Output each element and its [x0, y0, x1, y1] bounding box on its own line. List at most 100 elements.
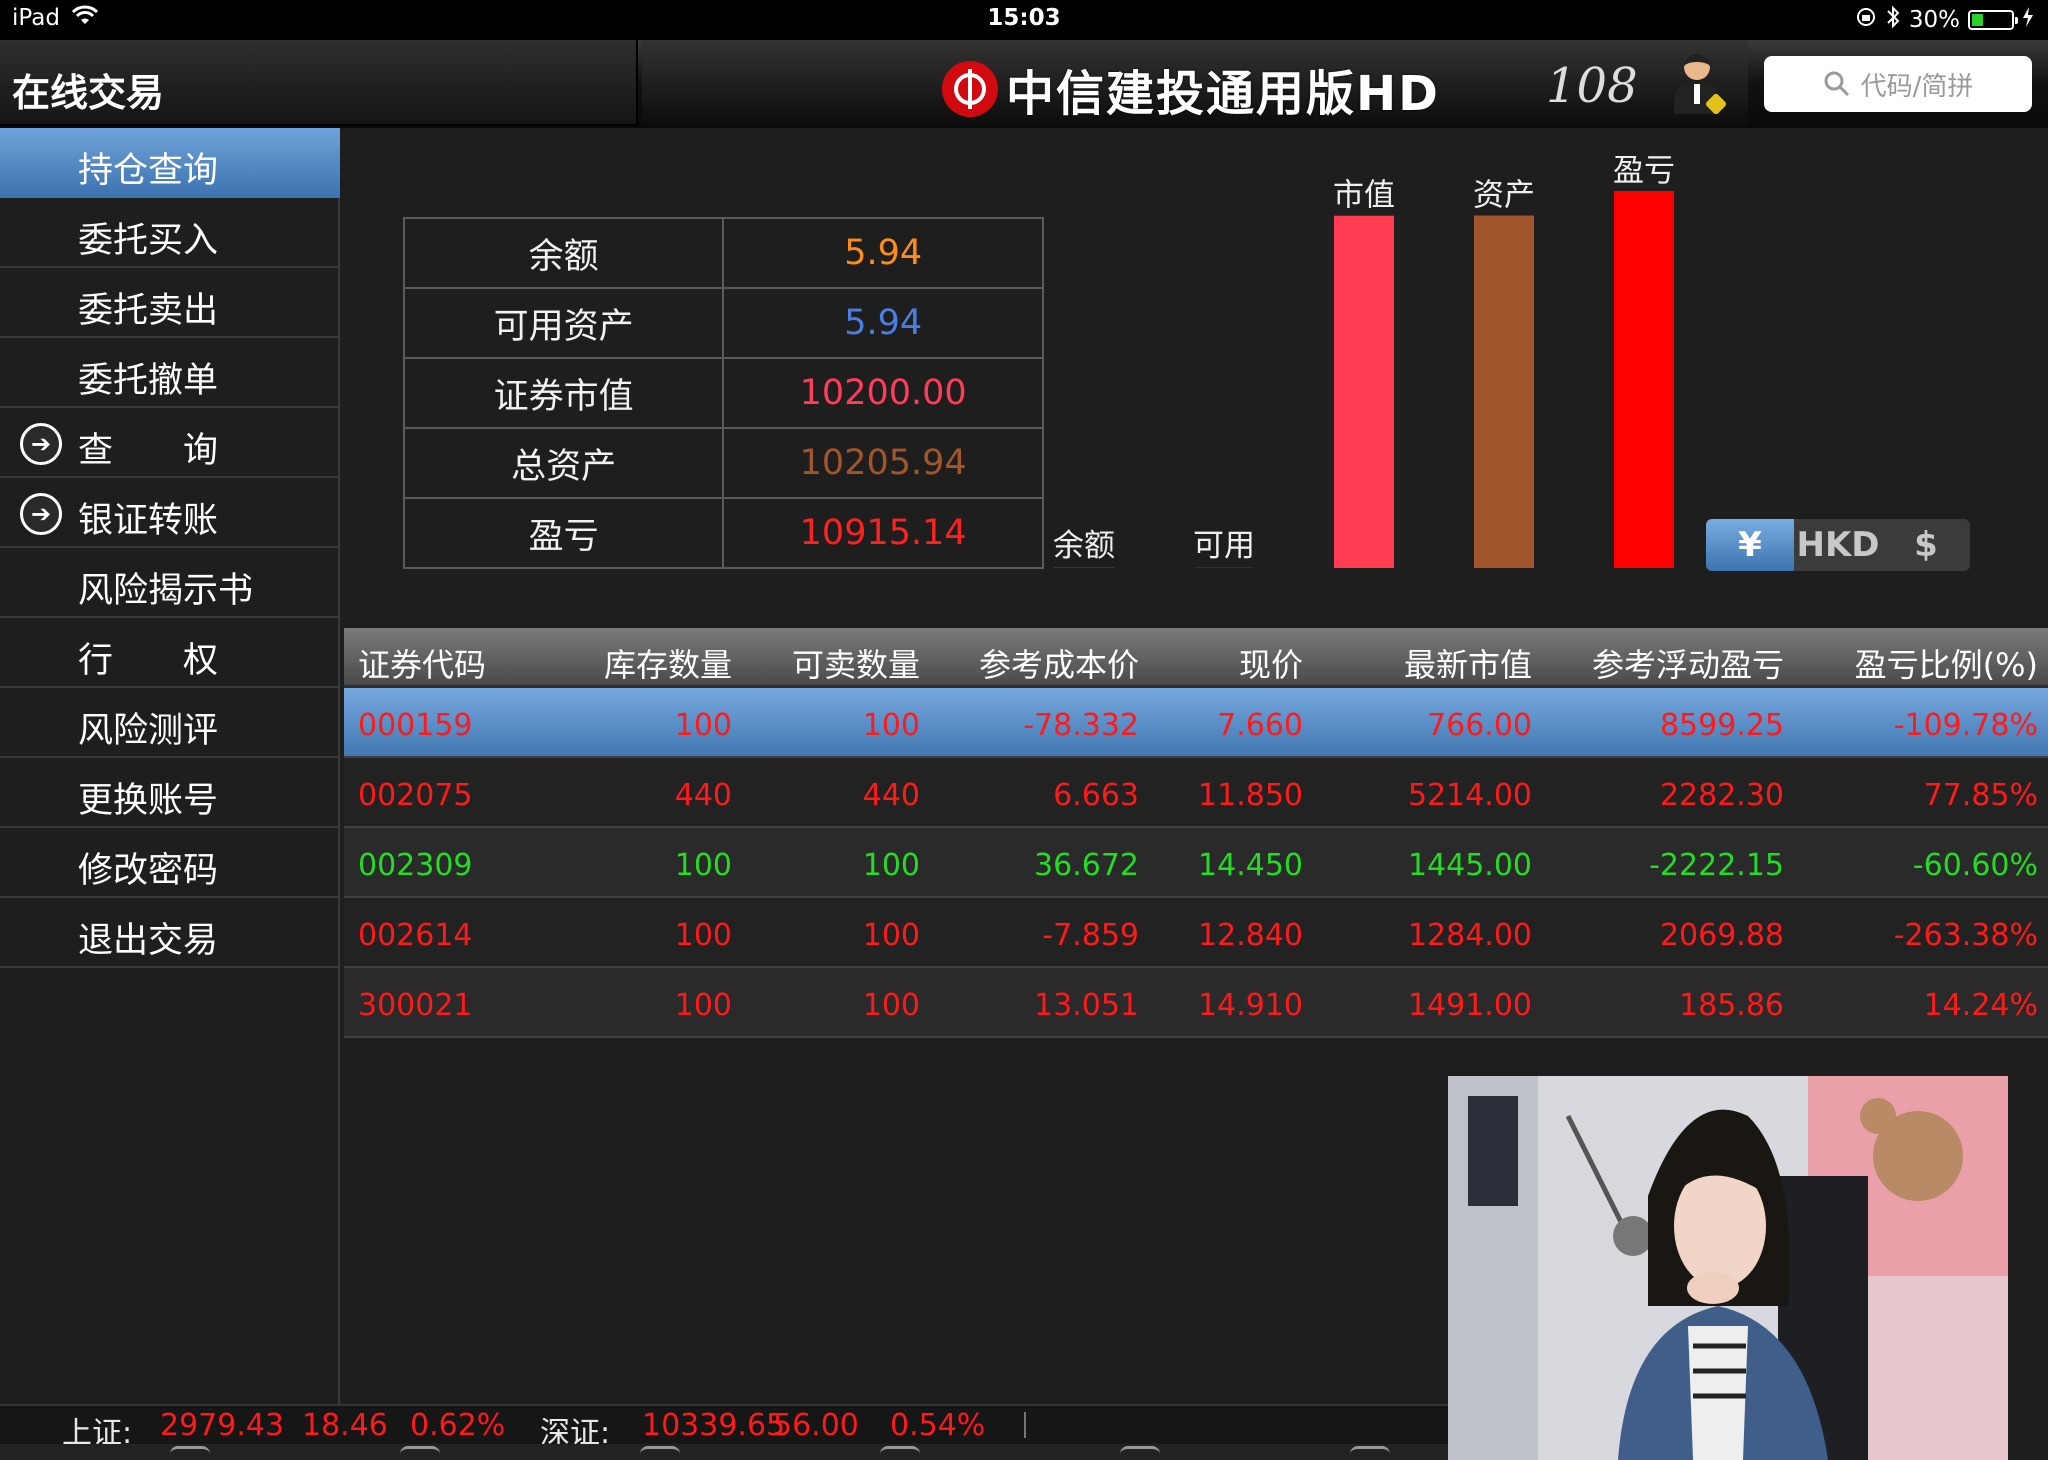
table-cell: 002614 — [358, 918, 473, 953]
table-cell: -2222.15 — [1649, 848, 1784, 883]
table-cell: 14.450 — [1198, 848, 1303, 883]
sidebar-item-label: 委托撤单 — [78, 361, 219, 401]
column-header[interactable]: 参考浮动盈亏 — [1592, 640, 1784, 686]
table-cell: 2282.30 — [1659, 778, 1784, 813]
table-cell: 13.051 — [1034, 988, 1139, 1023]
sidebar-item[interactable]: 委托撤单 — [0, 338, 340, 408]
search-placeholder: 代码/简拼 — [1860, 71, 1974, 102]
status-bar: iPad 15:03 30% — [0, 0, 2048, 40]
sidebar-item-label: 查 询 — [78, 431, 219, 471]
table-cell: 1445.00 — [1407, 848, 1532, 883]
sh-index-percent: 0.62% — [410, 1408, 506, 1443]
table-cell: 36.672 — [1034, 848, 1139, 883]
table-cell: -263.38% — [1893, 918, 2038, 953]
summary-value: 5.94 — [722, 287, 1044, 359]
bluetooth-icon — [1885, 5, 1901, 35]
tab-stub-icon[interactable] — [1120, 1446, 1160, 1458]
index-ticker: 上证: 2979.43 18.46 0.62% 深证: 10339.65 56.… — [0, 1404, 1448, 1451]
sz-index-percent: 0.54% — [890, 1408, 986, 1443]
tab-stub-icon[interactable] — [640, 1446, 680, 1458]
summary-row: 余额 5.94 — [402, 217, 1044, 289]
sidebar-item[interactable]: 行 权 — [0, 618, 340, 688]
table-cell: 100 — [674, 988, 732, 1023]
account-summary-table: 余额 5.94 可用资产 5.94 证券市值 10200.00 总资产 10205.94 盈亏 1… — [402, 217, 1044, 569]
table-cell: 100 — [862, 918, 920, 953]
summary-row: 证券市值 10200.00 — [402, 357, 1044, 429]
table-cell: 300021 — [358, 988, 473, 1023]
sidebar-item-label: 修改密码 — [78, 851, 219, 891]
sidebar-item-label: 银证转账 — [78, 501, 219, 541]
currency-option[interactable]: HKD — [1794, 519, 1882, 571]
table-row[interactable]: 000159 100 100 -78.332 7.660 766.00 8599.25 -10… — [344, 688, 2048, 758]
table-cell: 766.00 — [1427, 708, 1532, 743]
table-row[interactable]: 002614 100 100 -7.859 12.840 1284.00 2069.88 -2… — [344, 898, 2048, 968]
table-cell: 5214.00 — [1407, 778, 1532, 813]
summary-value: 10915.14 — [722, 497, 1044, 569]
table-cell: 100 — [674, 848, 732, 883]
column-header[interactable]: 库存数量 — [604, 640, 732, 686]
table-row[interactable]: 002309 100 100 36.672 14.450 1445.00 -2222.15 -… — [344, 828, 2048, 898]
sidebar-item-label: 行 权 — [78, 641, 219, 681]
currency-option[interactable]: $ — [1882, 519, 1970, 571]
battery-percent: 30% — [1908, 7, 1960, 33]
summary-value: 5.94 — [722, 217, 1044, 289]
chart-bar — [1474, 215, 1534, 568]
sidebar-item[interactable]: 修改密码 — [0, 828, 340, 898]
chart-category-label: 资产 — [1473, 177, 1535, 213]
currency-toggle: ¥ HKD $ — [1706, 519, 1970, 571]
video-overlay[interactable] — [1448, 1076, 2008, 1460]
brand: 中信建投通用版HD — [942, 54, 1440, 124]
sidebar-item-label: 委托买入 — [78, 221, 219, 261]
column-header[interactable]: 最新市值 — [1404, 640, 1532, 686]
sh-index-change: 18.46 — [302, 1408, 388, 1443]
table-cell: 11.850 — [1198, 778, 1303, 813]
sidebar-item[interactable]: 风险测评 — [0, 688, 340, 758]
table-cell: 002075 — [358, 778, 473, 813]
sidebar-item[interactable]: 更换账号 — [0, 758, 340, 828]
summary-value: 10200.00 — [722, 357, 1044, 429]
table-cell: 100 — [862, 988, 920, 1023]
sidebar-menu: 持仓查询委托买入委托卖出委托撤单查 询银证转账风险揭示书行 权风险测评更换账号修… — [0, 128, 340, 1404]
sidebar-item[interactable]: 退出交易 — [0, 898, 340, 968]
app-header: 在线交易 中信建投通用版HD 108 代码/简拼 — [0, 40, 2048, 128]
sidebar-item[interactable]: 风险揭示书 — [0, 548, 340, 618]
citic-logo-icon — [942, 61, 998, 117]
sz-index-change: 56.00 — [773, 1408, 859, 1443]
user-account-icon[interactable] — [1672, 54, 1728, 116]
tab-stub-icon[interactable] — [400, 1446, 440, 1458]
orientation-lock-icon — [1855, 6, 1877, 34]
table-cell: 2069.88 — [1659, 918, 1784, 953]
version-signature: 108 — [1546, 58, 1638, 114]
sidebar-item[interactable]: 持仓查询 — [0, 128, 340, 198]
sidebar-item-label: 风险测评 — [78, 711, 219, 751]
clock: 15:03 — [987, 5, 1061, 31]
table-cell: -109.78% — [1893, 708, 2038, 743]
currency-option[interactable]: ¥ — [1706, 519, 1794, 571]
table-cell: 440 — [674, 778, 732, 813]
table-row[interactable]: 300021 100 100 13.051 14.910 1491.00 185.86 14.… — [344, 968, 2048, 1038]
summary-label: 盈亏 — [402, 497, 725, 569]
table-row[interactable]: 002075 440 440 6.663 11.850 5214.00 2282.30 77.… — [344, 758, 2048, 828]
sidebar-item[interactable]: 委托买入 — [0, 198, 340, 268]
table-cell: 100 — [674, 708, 732, 743]
summary-row: 总资产 10205.94 — [402, 427, 1044, 499]
sidebar-item-label: 持仓查询 — [78, 151, 219, 191]
column-header[interactable]: 可卖数量 — [792, 640, 920, 686]
column-header[interactable]: 参考成本价 — [979, 640, 1139, 686]
tab-stub-icon[interactable] — [170, 1446, 210, 1458]
search-input[interactable]: 代码/简拼 — [1764, 56, 2032, 112]
tab-stub-icon[interactable] — [1350, 1446, 1390, 1458]
summary-row: 可用资产 5.94 — [402, 287, 1044, 359]
column-header[interactable]: 证券代码 — [358, 640, 486, 686]
summary-row: 盈亏 10915.14 — [402, 497, 1044, 569]
column-header[interactable]: 现价 — [1239, 640, 1303, 686]
sidebar-item[interactable]: 查 询 — [0, 408, 340, 478]
column-header[interactable]: 盈亏比例(%) — [1855, 640, 2038, 686]
summary-label: 可用资产 — [402, 287, 725, 359]
holdings-body: 000159 100 100 -78.332 7.660 766.00 8599.25 -10… — [344, 688, 2048, 1038]
summary-label: 总资产 — [402, 427, 725, 499]
tab-stub-icon[interactable] — [880, 1446, 920, 1458]
sidebar-item[interactable]: 委托卖出 — [0, 268, 340, 338]
sidebar-item[interactable]: 银证转账 — [0, 478, 340, 548]
chart-bar — [1614, 191, 1674, 568]
